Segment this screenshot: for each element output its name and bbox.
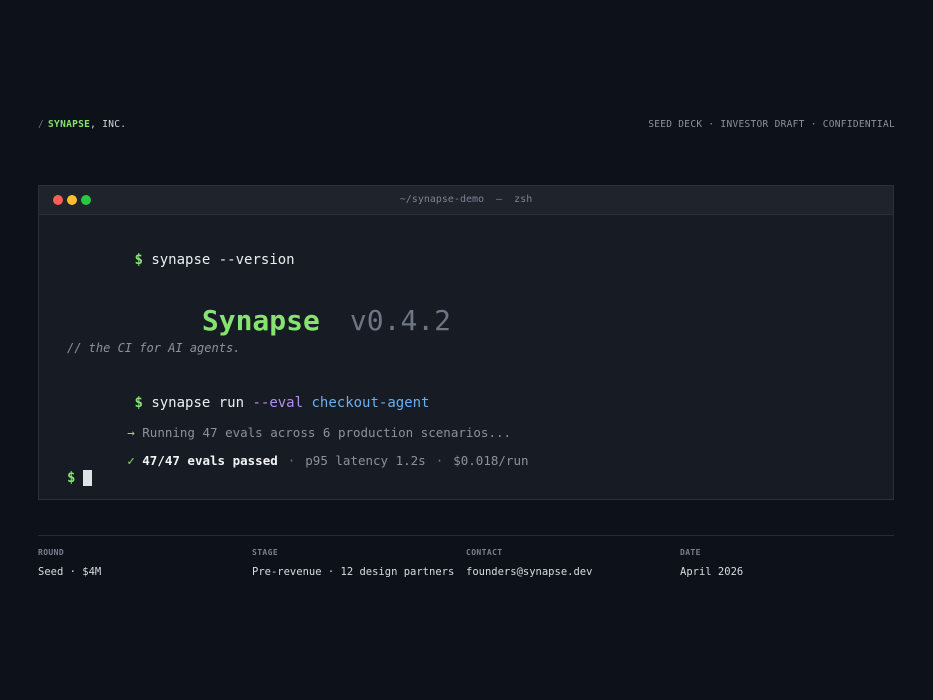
separator-dot: · xyxy=(287,453,296,468)
command-text: synapse --version xyxy=(151,252,295,268)
separator-dot: · xyxy=(435,453,444,468)
company-suffix: , INC. xyxy=(90,118,127,130)
terminal-window[interactable]: ~/synapse-demo — zsh $ synapse --version… xyxy=(38,185,894,500)
contact-value[interactable]: founders@synapse.dev xyxy=(466,566,680,578)
pitch-slide: / SYNAPSE, INC. SEED DECK · INVESTOR DRAF… xyxy=(0,0,933,700)
company-brand: / SYNAPSE, INC. xyxy=(38,119,126,130)
input-prompt-line[interactable]: $ xyxy=(67,470,93,486)
brand-slash: / xyxy=(38,118,45,130)
round-label: ROUND xyxy=(38,548,65,557)
latency-metric: p95 latency 1.2s xyxy=(305,453,426,468)
date-value: April 2026 xyxy=(680,566,744,578)
check-icon: ✓ xyxy=(127,453,135,468)
product-name: Synapse xyxy=(201,304,320,337)
deal-summary-footer: ROUND Seed · $4M STAGE Pre-revenue · 12 … xyxy=(38,548,894,578)
terminal-title: ~/synapse-demo — zsh xyxy=(399,194,533,205)
terminal-titlebar[interactable]: ~/synapse-demo — zsh xyxy=(39,186,893,215)
footer-round: ROUND Seed · $4M xyxy=(38,548,252,578)
evals-passed: 47/47 evals passed xyxy=(142,453,278,468)
contact-label: CONTACT xyxy=(466,548,503,557)
prompt-symbol: $ xyxy=(134,395,143,411)
footer-contact: CONTACT founders@synapse.dev xyxy=(466,548,680,578)
round-value: Seed · $4M xyxy=(38,566,102,578)
text-cursor[interactable] xyxy=(83,470,93,486)
company-name: SYNAPSE xyxy=(48,118,91,130)
command-text: synapse run xyxy=(151,395,245,411)
date-label: DATE xyxy=(680,548,701,557)
footer-divider xyxy=(38,535,894,536)
product-comment: // the CI for AI agents. xyxy=(67,341,241,355)
stage-label: STAGE xyxy=(252,548,279,557)
product-banner: Synapse v0.4.2 xyxy=(67,271,451,370)
footer-stage: STAGE Pre-revenue · 12 design partners xyxy=(252,548,466,578)
command-flag: --eval xyxy=(252,395,304,411)
stage-value: Pre-revenue · 12 design partners xyxy=(252,566,455,578)
result-line: ✓ 47/47 evals passed · p95 latency 1.2s · $0… xyxy=(67,438,529,483)
footer-date: DATE April 2026 xyxy=(680,548,894,578)
product-version: v0.4.2 xyxy=(349,304,452,337)
prompt-symbol: $ xyxy=(134,252,143,268)
prompt-symbol: $ xyxy=(67,470,76,486)
command-argument: checkout-agent xyxy=(311,395,430,411)
deck-tagline: SEED DECK · INVESTOR DRAFT · CONFIDENTIA… xyxy=(648,118,895,130)
slide-header: / SYNAPSE, INC. SEED DECK · INVESTOR DRAF… xyxy=(38,117,895,131)
cost-metric: $0.018/run xyxy=(453,453,529,468)
